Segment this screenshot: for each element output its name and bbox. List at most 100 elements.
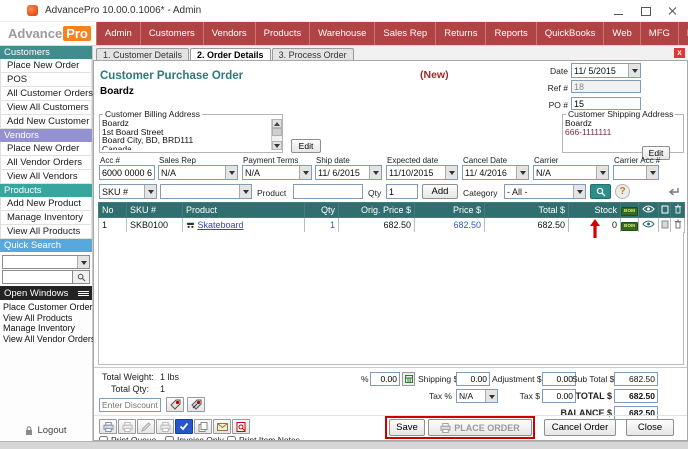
box-icon[interactable] <box>661 220 669 229</box>
discount-input[interactable] <box>99 398 161 412</box>
window-list-icon[interactable] <box>78 291 89 296</box>
menu-admin[interactable]: Admin <box>96 22 141 45</box>
cancel-date-select[interactable]: 11/ 4/2016 <box>462 165 529 180</box>
close-button[interactable]: Close <box>626 419 674 436</box>
menu-quickbooks[interactable]: QuickBooks <box>537 22 605 45</box>
printer-icon <box>160 422 171 432</box>
return-icon[interactable] <box>668 187 680 198</box>
eye-icon <box>642 205 655 213</box>
menu-returns[interactable]: Returns <box>436 22 486 45</box>
billing-address-line: Canada <box>102 145 282 150</box>
menu-mfg[interactable]: MFG <box>641 22 679 45</box>
discount-percent-icon <box>191 399 202 410</box>
adjustment-label: Adjustment $ <box>492 374 540 384</box>
sidebar-item-vendor-place-new-order[interactable]: Place New Order <box>0 142 92 156</box>
tax-percent-select[interactable]: N/A <box>456 389 498 403</box>
category-select[interactable]: - All - <box>504 184 586 199</box>
apply-discount-amount-button[interactable] <box>166 397 184 412</box>
open-window-place-customer-order[interactable]: Place Customer Order <box>3 302 92 313</box>
percent-input[interactable] <box>370 372 400 386</box>
menu-warehouse[interactable]: Warehouse <box>310 22 375 45</box>
open-window-manage-inventory[interactable]: Manage Inventory <box>3 323 92 334</box>
chevron-down-icon <box>573 185 585 198</box>
scrollbar-thumb[interactable] <box>272 128 282 136</box>
place-order-button[interactable]: PLACE ORDER <box>428 419 532 436</box>
sidebar-item-add-new-customer[interactable]: Add New Customer <box>0 115 92 129</box>
acc-number-field[interactable] <box>99 165 155 180</box>
cancel-order-button[interactable]: Cancel Order <box>544 419 616 436</box>
save-button[interactable]: Save <box>389 419 425 436</box>
sidebar-item-view-all-products[interactable]: View All Products <box>0 225 92 239</box>
window-title: AdvancePro 10.00.0.1006* - Admin <box>45 5 201 16</box>
payment-terms-select[interactable]: N/A <box>242 165 312 180</box>
apply-discount-percent-button[interactable] <box>187 397 205 412</box>
product-help-icon[interactable]: ? <box>615 184 630 199</box>
sidebar-item-pos[interactable]: POS <box>0 73 92 87</box>
sidebar-item-place-new-order[interactable]: Place New Order <box>0 59 92 73</box>
open-window-view-all-vendor-orders[interactable]: View All Vendor Orders <box>3 334 92 345</box>
ship-date-select[interactable]: 11/ 6/2015 <box>315 165 382 180</box>
tab-process-order[interactable]: 3. Process Order <box>272 48 354 60</box>
menu-products[interactable]: Products <box>256 22 311 45</box>
billing-address-listbox[interactable]: Boardz 1st Board Street Board City, BD, … <box>100 119 282 150</box>
expected-date-select[interactable]: 11/10/2015 <box>386 165 458 180</box>
print-invoice-button[interactable] <box>118 419 136 434</box>
maximize-icon[interactable] <box>640 6 651 16</box>
carrier-acc-select[interactable] <box>613 165 659 180</box>
add-product-button[interactable]: Add <box>422 184 458 199</box>
product-search-field[interactable] <box>293 184 363 199</box>
recalculate-button[interactable] <box>402 372 415 386</box>
menu-reports[interactable]: Reports <box>486 22 536 45</box>
scroll-up-icon[interactable] <box>272 119 282 128</box>
menu-customers[interactable]: Customers <box>141 22 204 45</box>
cell-sku: SKB0100 <box>127 218 183 233</box>
qty-field[interactable] <box>386 184 418 199</box>
sku-value-select[interactable] <box>160 184 252 199</box>
search-go-button[interactable] <box>590 184 611 199</box>
email-order-button[interactable] <box>213 419 231 434</box>
order-report-button[interactable] <box>232 419 250 434</box>
sidebar-item-all-customer-orders[interactable]: All Customer Orders <box>0 87 92 101</box>
order-date-select[interactable]: 11/ 5/2015 <box>571 63 641 78</box>
menu-web[interactable]: Web <box>604 22 640 45</box>
quick-search-input[interactable] <box>2 270 73 284</box>
sales-rep-select[interactable]: N/A <box>158 165 238 180</box>
close-window-icon[interactable] <box>667 6 678 16</box>
sidebar-item-add-new-product[interactable]: Add New Product <box>0 197 92 211</box>
quick-search-button[interactable] <box>73 270 90 284</box>
quick-search-select[interactable] <box>2 255 90 269</box>
sidebar-item-view-all-vendors[interactable]: View All Vendors <box>0 170 92 184</box>
sidebar-item-view-all-customers[interactable]: View All Customers <box>0 101 92 115</box>
adjustment-input[interactable] <box>542 372 576 386</box>
sidebar-item-manage-inventory[interactable]: Manage Inventory <box>0 211 92 225</box>
edit-billing-button[interactable]: Edit <box>291 139 321 153</box>
printer-icon <box>122 422 133 432</box>
approve-order-button[interactable] <box>175 419 193 434</box>
print-packing-slip-button[interactable] <box>156 419 174 434</box>
shipping-input[interactable] <box>456 372 490 386</box>
duplicate-order-button[interactable] <box>194 419 212 434</box>
carrier-select[interactable]: N/A <box>533 165 609 180</box>
product-link[interactable]: Skateboard <box>198 220 244 230</box>
menu-sales-rep[interactable]: Sales Rep <box>375 22 436 45</box>
eye-icon[interactable] <box>642 220 655 228</box>
col-stock: Stock <box>569 203 621 218</box>
sku-mode-select[interactable]: SKU # <box>99 184 157 199</box>
minimize-icon[interactable] <box>613 6 624 16</box>
total-value: 682.50 <box>614 389 658 403</box>
chevron-down-icon <box>77 256 89 268</box>
trash-icon[interactable] <box>674 219 682 229</box>
menu-vendors[interactable]: Vendors <box>204 22 256 45</box>
edit-notes-button[interactable] <box>137 419 155 434</box>
open-window-view-all-products[interactable]: View All Products <box>3 313 92 324</box>
close-tab-button[interactable]: x <box>674 48 685 58</box>
print-order-button[interactable] <box>99 419 117 434</box>
tab-order-details[interactable]: 2. Order Details <box>190 48 271 60</box>
billing-scrollbar[interactable] <box>271 119 282 150</box>
bom-icon[interactable]: BOM <box>621 222 638 231</box>
menu-mcr[interactable]: MCR <box>679 22 688 45</box>
tab-customer-details[interactable]: 1. Customer Details <box>96 48 189 60</box>
sidebar-item-all-vendor-orders[interactable]: All Vendor Orders <box>0 156 92 170</box>
scroll-down-icon[interactable] <box>272 141 282 150</box>
logout-button[interactable]: Logout <box>0 425 92 436</box>
